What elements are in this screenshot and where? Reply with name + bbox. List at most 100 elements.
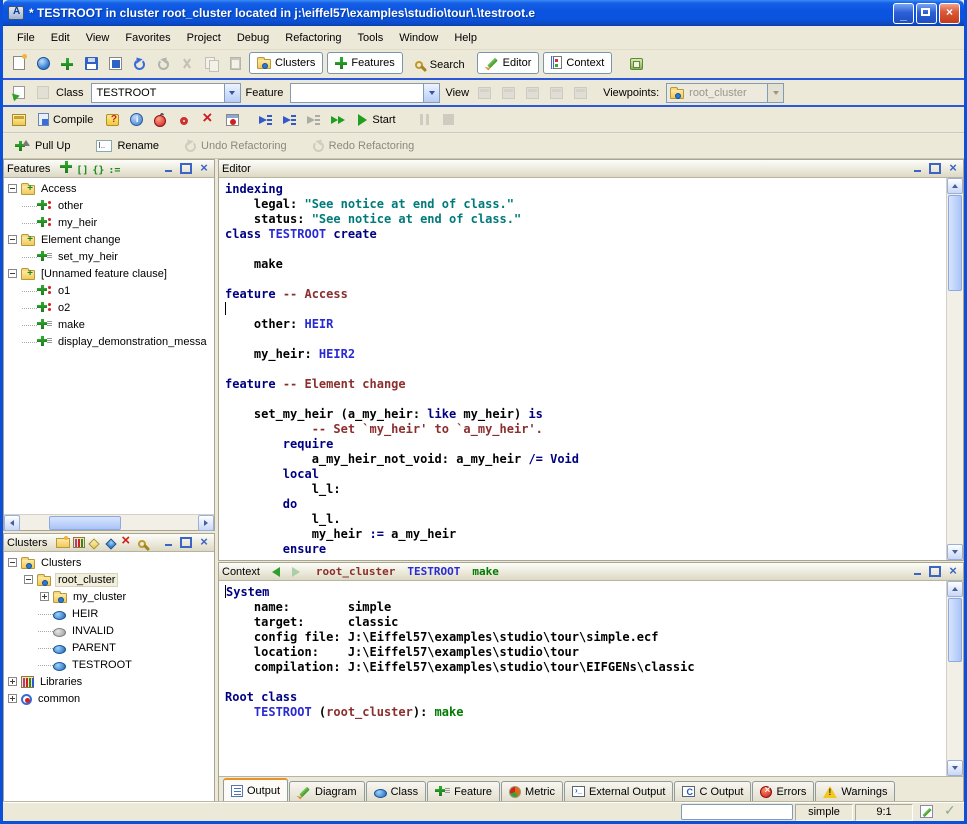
run-nostop-button[interactable] — [327, 109, 349, 131]
scroll-left-button[interactable] — [4, 515, 20, 531]
menu-refactoring[interactable]: Refactoring — [277, 29, 349, 47]
remove-item-icon[interactable] — [119, 534, 135, 549]
menu-help[interactable]: Help — [446, 29, 485, 47]
maximize-button[interactable] — [916, 3, 937, 24]
expand-icon[interactable] — [8, 677, 17, 686]
menu-window[interactable]: Window — [391, 29, 446, 47]
tree-item-o1[interactable]: o1 — [6, 282, 214, 299]
debug-item-button[interactable] — [221, 109, 243, 131]
tree-item-libraries[interactable]: Libraries — [6, 673, 214, 690]
collapse-icon[interactable] — [24, 575, 33, 584]
features-minimize-button[interactable] — [161, 162, 175, 175]
tab-diagram[interactable]: Diagram — [289, 781, 365, 801]
collapse-icon[interactable] — [8, 269, 17, 278]
tree-item-common[interactable]: common — [6, 690, 214, 707]
menu-favorites[interactable]: Favorites — [117, 29, 178, 47]
undo-button[interactable] — [128, 54, 150, 76]
tab-metric[interactable]: Metric — [501, 781, 563, 801]
external-commands-button[interactable] — [625, 53, 647, 75]
collapse-icon[interactable] — [8, 235, 17, 244]
tab-class[interactable]: Class — [366, 781, 427, 801]
clusters-toggle-button[interactable]: Clusters — [249, 52, 323, 74]
arrowstep-button[interactable] — [279, 109, 301, 131]
tree-item-make[interactable]: make — [6, 316, 214, 333]
context-close-button[interactable] — [946, 565, 960, 578]
expand-icon[interactable] — [8, 694, 17, 703]
tree-item-heir[interactable]: HEIR — [6, 605, 214, 622]
add-library-icon[interactable] — [71, 535, 87, 550]
tab-warnings[interactable]: Warnings — [815, 781, 895, 801]
menu-view[interactable]: View — [78, 29, 118, 47]
tree-item-my-cluster[interactable]: my_cluster — [6, 588, 214, 605]
edit-status-button[interactable] — [915, 803, 937, 820]
info-button[interactable] — [125, 109, 147, 131]
new-document-button[interactable] — [8, 52, 30, 74]
features-toggle-button[interactable]: Features — [327, 52, 402, 74]
scroll-up-button[interactable] — [947, 581, 963, 597]
contracts-icon[interactable]: {} — [90, 163, 106, 178]
tree-item-root-cluster[interactable]: root_cluster — [6, 571, 214, 588]
new-plus-button[interactable] — [56, 53, 78, 75]
assigner-icon[interactable]: := — [106, 163, 122, 178]
scroll-thumb[interactable] — [49, 516, 121, 530]
tab-c-output[interactable]: C Output — [674, 781, 751, 801]
melt-button[interactable] — [101, 109, 123, 131]
status-find-input[interactable] — [681, 804, 793, 820]
tree-item-testroot[interactable]: TESTROOT — [6, 656, 214, 673]
tab-feature[interactable]: Feature — [427, 781, 500, 801]
class-link-button[interactable] — [8, 82, 30, 104]
start-button[interactable]: Start — [351, 109, 401, 131]
save-button[interactable] — [80, 53, 102, 75]
clusters-maximize-button[interactable] — [179, 536, 193, 549]
new-class-icon[interactable] — [87, 535, 103, 550]
editor-close-button[interactable] — [946, 162, 960, 175]
class-combobox[interactable]: TESTROOT — [91, 83, 241, 103]
context-vertical-scrollbar[interactable] — [946, 581, 963, 776]
tree-item-clusters[interactable]: Clusters — [6, 554, 214, 571]
tree-item-set-my-heir[interactable]: set_my_heir — [6, 248, 214, 265]
open-file-button[interactable] — [32, 53, 54, 75]
context-output-area[interactable]: System name: simple target: classic conf… — [219, 581, 946, 776]
menu-project[interactable]: Project — [179, 29, 229, 47]
tree-item-my-heir[interactable]: my_heir — [6, 214, 214, 231]
features-tree[interactable]: Accessothermy_heirElement changeset_my_h… — [4, 178, 214, 514]
arrowstep-button[interactable] — [255, 109, 277, 131]
editor-maximize-button[interactable] — [928, 162, 942, 175]
class-combobox-arrow[interactable] — [224, 84, 240, 102]
check-button[interactable] — [939, 803, 961, 820]
close-button[interactable]: × — [939, 3, 960, 24]
collapse-icon[interactable] — [8, 558, 17, 567]
editor-vertical-scrollbar[interactable] — [946, 178, 963, 560]
new-feature-icon[interactable] — [58, 159, 74, 174]
tree-item-parent[interactable]: PARENT — [6, 639, 214, 656]
pull-up-button[interactable]: Pull Up — [8, 135, 77, 157]
scroll-right-button[interactable] — [198, 515, 214, 531]
context-maximize-button[interactable] — [928, 565, 942, 578]
signature-icon[interactable]: [] — [74, 163, 90, 178]
menu-tools[interactable]: Tools — [350, 29, 392, 47]
bp-remove-button[interactable] — [197, 109, 219, 131]
context-back-button[interactable] — [268, 564, 284, 579]
tab-external-output[interactable]: External Output — [564, 781, 673, 801]
context-crumb-feature[interactable]: make — [472, 565, 499, 578]
expand-icon[interactable] — [40, 592, 49, 601]
clusters-close-button[interactable] — [197, 536, 211, 549]
features-horizontal-scrollbar[interactable] — [4, 514, 214, 530]
rename-button[interactable]: Rename — [89, 135, 166, 157]
scroll-thumb[interactable] — [948, 195, 962, 291]
context-crumb-cluster[interactable]: root_cluster — [316, 565, 395, 578]
scroll-thumb[interactable] — [948, 598, 962, 662]
scroll-down-button[interactable] — [947, 544, 963, 560]
context-crumb-class[interactable]: TESTROOT — [407, 565, 460, 578]
editor-minimize-button[interactable] — [910, 162, 924, 175]
bp-enable-button[interactable] — [149, 109, 171, 131]
feature-combobox[interactable] — [290, 83, 440, 103]
feature-combobox-arrow[interactable] — [423, 84, 439, 102]
context-minimize-button[interactable] — [910, 565, 924, 578]
tree-item-invalid[interactable]: INVALID — [6, 622, 214, 639]
features-close-button[interactable] — [197, 162, 211, 175]
tab-errors[interactable]: Errors — [752, 781, 814, 801]
tree-item-access[interactable]: Access — [6, 180, 214, 197]
compile-button[interactable]: Compile — [32, 109, 99, 131]
context-toggle-button[interactable]: Context — [543, 52, 612, 74]
